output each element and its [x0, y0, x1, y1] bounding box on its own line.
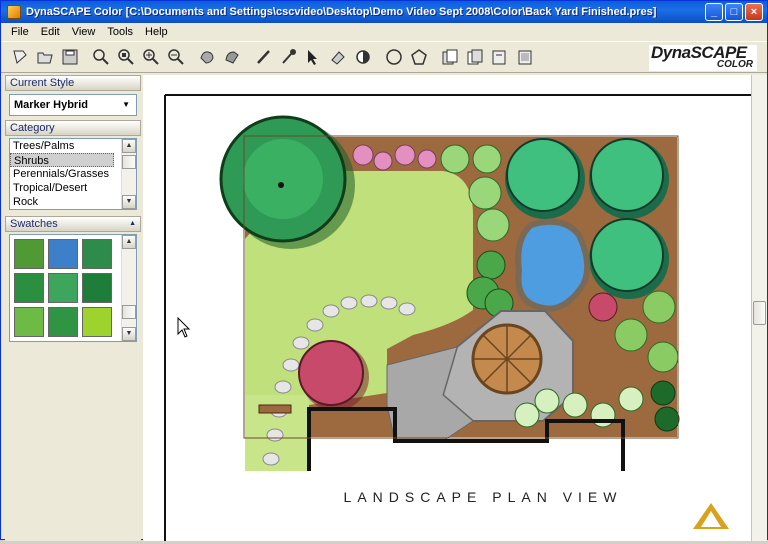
save-icon[interactable]	[59, 46, 81, 68]
eyedropper-icon[interactable]	[277, 46, 299, 68]
eraser-icon[interactable]	[327, 46, 349, 68]
swatch-2[interactable]	[82, 239, 112, 269]
shade-icon[interactable]	[352, 46, 374, 68]
category-item-trees[interactable]: Trees/Palms	[10, 139, 114, 153]
swatch-1[interactable]	[48, 239, 78, 269]
layer-2-icon[interactable]	[464, 46, 486, 68]
category-scrollbar[interactable]: ▲ ▼	[121, 139, 136, 209]
logo-subtitle: COLOR	[716, 59, 753, 70]
category-item-tropical[interactable]: Tropical/Desert	[10, 181, 114, 195]
zoom-icon[interactable]	[90, 46, 112, 68]
swatch-8[interactable]	[82, 307, 112, 337]
chevron-down-icon[interactable]: ▼	[122, 95, 130, 115]
open-icon[interactable]	[34, 46, 56, 68]
left-panel: Current Style Marker Hybrid ▼ Category T…	[5, 75, 141, 541]
plan-caption: LANDSCAPE PLAN VIEW	[343, 489, 623, 505]
layer-3-icon[interactable]	[489, 46, 511, 68]
category-scroll-thumb[interactable]	[122, 155, 136, 169]
pan-icon[interactable]	[196, 46, 218, 68]
circle-icon[interactable]	[383, 46, 405, 68]
scroll-up-icon[interactable]: ▲	[122, 139, 136, 153]
swatch-3[interactable]	[14, 273, 44, 303]
maximize-button[interactable]: □	[725, 3, 743, 21]
zoom-out-icon[interactable]	[165, 46, 187, 68]
swatches-header: Swatches ▲	[5, 216, 141, 232]
swatch-6[interactable]	[14, 307, 44, 337]
category-header-label: Category	[10, 122, 55, 134]
polygon-icon[interactable]	[408, 46, 430, 68]
swatch-scrollbar[interactable]: ▲ ▼	[121, 235, 136, 341]
menu-bar: File Edit View Tools Help	[1, 23, 767, 41]
swatch-7[interactable]	[48, 307, 78, 337]
current-style-header: Current Style	[5, 75, 141, 91]
scroll-down-icon[interactable]: ▼	[122, 195, 136, 209]
brand-triangle-icon	[693, 503, 729, 529]
landscape-plan[interactable]	[143, 75, 751, 541]
drawing-area[interactable]: LANDSCAPE PLAN VIEW	[143, 75, 767, 541]
collapse-icon[interactable]: ▲	[129, 217, 136, 231]
category-item-shrubs[interactable]: Shrubs	[10, 153, 114, 167]
zoom-window-icon[interactable]	[115, 46, 137, 68]
category-item-perennials[interactable]: Perennials/Grasses	[10, 167, 114, 181]
layer-4-icon[interactable]	[514, 46, 536, 68]
menu-tools[interactable]: Tools	[101, 26, 139, 38]
close-button[interactable]: ×	[745, 3, 763, 21]
style-dropdown-value: Marker Hybrid	[14, 99, 88, 111]
mouse-cursor-icon	[177, 317, 191, 338]
drawing-canvas[interactable]: LANDSCAPE PLAN VIEW	[143, 75, 751, 541]
layer-1-icon[interactable]	[439, 46, 461, 68]
swatch-grid: ▲ ▼	[9, 234, 137, 342]
title-bar[interactable]: DynaSCAPE Color [C:\Documents and Settin…	[1, 1, 767, 23]
swatch-4[interactable]	[48, 273, 78, 303]
window-title: DynaSCAPE Color [C:\Documents and Settin…	[26, 6, 657, 18]
swatch-5[interactable]	[82, 273, 112, 303]
app-window: DynaSCAPE Color [C:\Documents and Settin…	[0, 0, 768, 541]
menu-file[interactable]: File	[5, 26, 35, 38]
dynascape-logo: DynaSCAPE COLOR	[649, 43, 757, 71]
category-header: Category	[5, 120, 141, 136]
menu-edit[interactable]: Edit	[35, 26, 66, 38]
category-item-rock[interactable]: Rock	[10, 195, 114, 209]
new-icon[interactable]	[9, 46, 31, 68]
canvas-scroll-thumb[interactable]	[753, 301, 766, 325]
swatch-scroll-thumb[interactable]	[122, 305, 136, 319]
canvas-vertical-scrollbar[interactable]	[751, 75, 767, 541]
rotate-icon[interactable]	[221, 46, 243, 68]
scroll-down-icon[interactable]: ▼	[122, 327, 136, 341]
scroll-up-icon[interactable]: ▲	[122, 235, 136, 249]
menu-help[interactable]: Help	[139, 26, 174, 38]
select-arrow-icon[interactable]	[302, 46, 324, 68]
swatches-header-label: Swatches	[10, 218, 58, 230]
app-icon	[7, 5, 21, 19]
menu-view[interactable]: View	[66, 26, 102, 38]
pencil-icon[interactable]	[252, 46, 274, 68]
swatch-0[interactable]	[14, 239, 44, 269]
category-list[interactable]: Trees/Palms Shrubs Perennials/Grasses Tr…	[9, 138, 137, 210]
minimize-button[interactable]: _	[705, 3, 723, 21]
zoom-in-icon[interactable]	[140, 46, 162, 68]
style-dropdown[interactable]: Marker Hybrid ▼	[9, 94, 137, 116]
